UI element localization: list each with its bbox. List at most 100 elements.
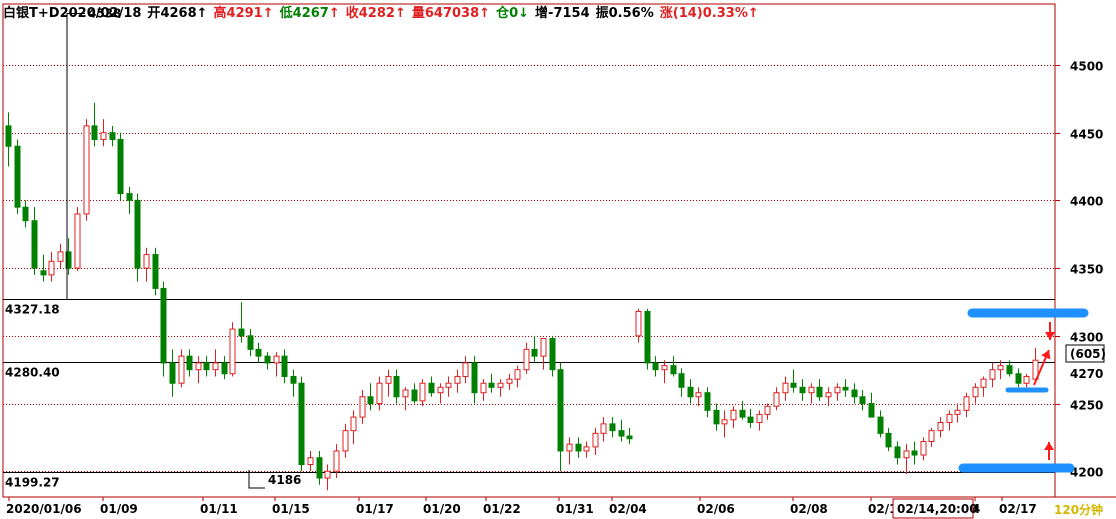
candle-body <box>298 382 305 465</box>
low-value: 4267 <box>292 6 329 21</box>
candle-body <box>126 193 133 201</box>
candle-body <box>100 132 107 140</box>
amplitude-value: 0.56% <box>608 6 654 21</box>
candle-body <box>989 369 996 380</box>
candle-body <box>670 365 677 375</box>
candle-body <box>549 338 556 371</box>
candlestick-chart: 4327.18 4280.40 4199.27 45384186 4200 4250 4… <box>2 3 1116 519</box>
candle-body <box>739 409 746 418</box>
position-label: 仓 <box>496 6 510 21</box>
cursor-date-box: 02/14,20:00 <box>892 498 978 519</box>
candle-body <box>635 310 642 337</box>
candle-body <box>911 450 918 456</box>
y-tick-label: 4500 <box>1070 60 1103 74</box>
candle-body <box>687 386 694 398</box>
y-tick-label: 4450 <box>1070 128 1103 142</box>
open-label: 开 <box>147 6 161 21</box>
candle-body <box>937 422 944 432</box>
arrow-head <box>1044 442 1054 450</box>
candle-body <box>367 396 374 405</box>
candle-body <box>678 373 685 388</box>
candle-body <box>212 362 219 371</box>
instrument-name: 白银T+D <box>3 6 60 21</box>
candle-body <box>1015 373 1022 384</box>
x-tick-label: 02/04 <box>609 502 647 516</box>
candle-body <box>799 386 806 394</box>
x-tick-label: 01/17 <box>356 502 394 516</box>
candle-body <box>834 386 841 394</box>
candle-body <box>859 396 866 405</box>
candle-body <box>57 251 64 262</box>
candle-body <box>83 125 90 215</box>
candle-body <box>903 450 910 459</box>
rise-arrow-icon: ↑ <box>747 6 759 21</box>
candle-body <box>868 403 875 418</box>
candle-body <box>764 405 771 415</box>
position-change-value: -7154 <box>548 6 590 21</box>
candle-body <box>540 338 547 357</box>
candle-body <box>5 125 12 147</box>
x-tick-label: 01/20 <box>423 502 461 516</box>
candle-body <box>342 430 349 452</box>
candle-body <box>203 362 210 371</box>
y-tick-label: 4250 <box>1070 399 1103 413</box>
candle-body <box>281 355 288 377</box>
candle-body <box>350 416 357 432</box>
annotations-layer: 45384186 <box>66 6 301 489</box>
amplitude-label: 振 <box>595 6 609 21</box>
low-label: 低 <box>279 6 293 21</box>
candle-body <box>773 392 780 407</box>
candle-body <box>195 362 202 371</box>
candle-body <box>488 382 495 388</box>
candle-body <box>954 409 961 415</box>
up-arrow-icon <box>1044 442 1054 460</box>
candle-body <box>437 386 444 394</box>
candle-body <box>972 386 979 398</box>
candle-body <box>885 432 892 448</box>
candle-body <box>747 416 754 424</box>
close-value: 4282 <box>358 6 395 21</box>
x-tick-label: 01/11 <box>200 502 238 516</box>
x-tick-label: 02/08 <box>790 502 828 516</box>
quote-header: 白银T+D2020/02/18 开4268↑ 高4291↑ 低4267↑ 收4282↑ 量… <box>3 4 759 24</box>
horizontal-line-label: 4327.18 <box>5 303 60 317</box>
candle-body <box>877 416 884 434</box>
cursor-date-label: 02/14,20:00 <box>897 502 978 516</box>
x-tick-label: 01/09 <box>100 502 138 516</box>
candle-body <box>851 389 858 398</box>
close-label: 收 <box>345 6 359 21</box>
candle-body <box>376 382 383 405</box>
candle-body <box>514 369 521 380</box>
candle-body <box>825 392 832 398</box>
candle-body <box>307 457 314 465</box>
down-arrow-icon <box>1045 322 1055 340</box>
candle-body <box>695 392 702 398</box>
candle-body <box>721 419 728 425</box>
candles-layer <box>5 102 1039 491</box>
right-info-volume: (605) <box>1070 347 1106 361</box>
position-change-label: 增 <box>535 6 549 21</box>
candle-body <box>928 430 935 442</box>
candle-body <box>393 375 400 398</box>
candle-body <box>531 348 538 357</box>
candle-body <box>652 362 659 371</box>
candle-body <box>359 396 366 418</box>
candle-body <box>48 260 55 276</box>
open-arrow-icon: ↑ <box>196 6 208 21</box>
y-tick-label: 4400 <box>1070 195 1103 209</box>
candle-body <box>471 362 478 394</box>
candle-body <box>134 199 141 269</box>
candle-body <box>644 310 651 364</box>
candle-body <box>756 413 763 424</box>
candle-body <box>816 386 823 398</box>
candle-body <box>40 270 47 276</box>
high-label: 高 <box>213 6 227 21</box>
candle-body <box>592 432 599 448</box>
candle-body <box>238 328 245 337</box>
candle-body <box>618 430 625 437</box>
candle-body <box>152 254 159 289</box>
candle-body <box>523 348 530 371</box>
candle-body <box>229 328 236 375</box>
grid-layer <box>3 65 1055 472</box>
candle-body <box>74 213 81 269</box>
